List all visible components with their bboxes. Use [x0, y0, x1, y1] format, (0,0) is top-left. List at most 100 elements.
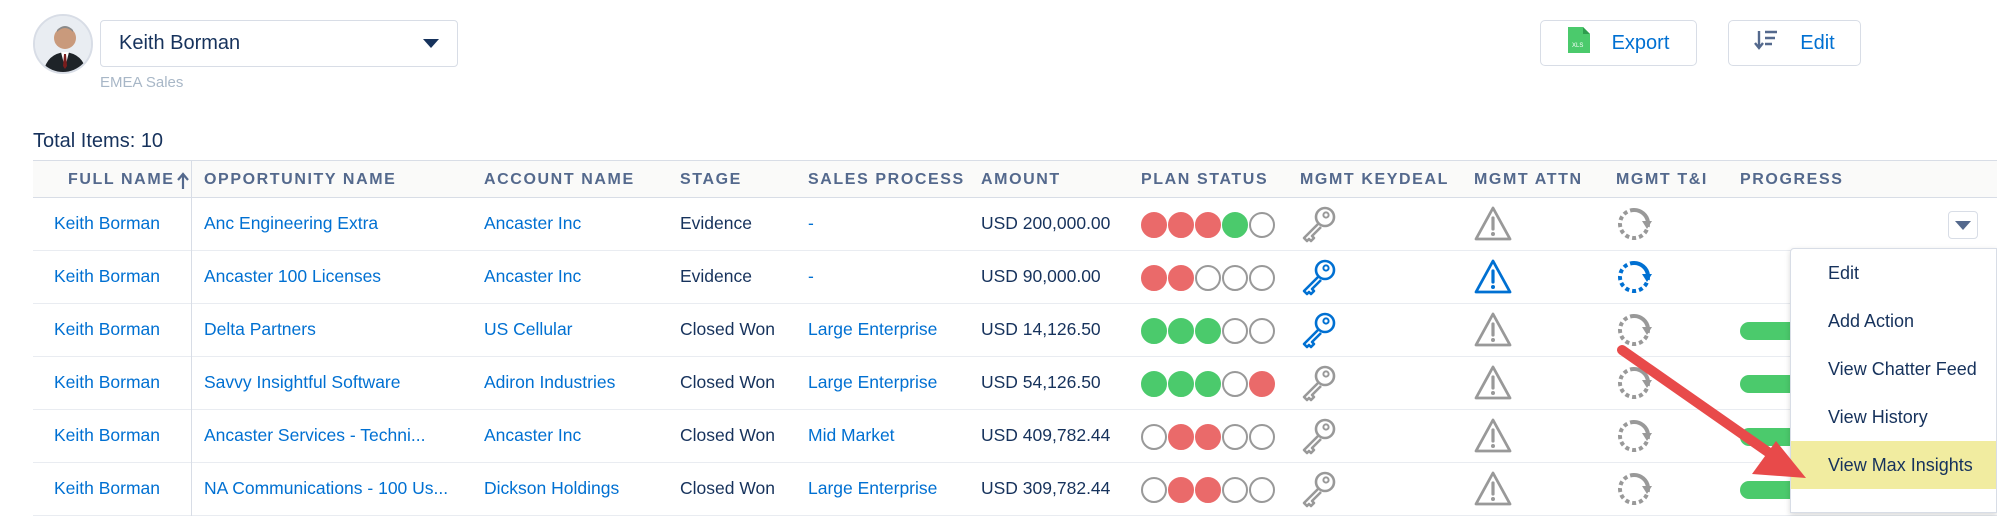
plan-status-dot: [1195, 424, 1221, 450]
warning-icon[interactable]: [1473, 470, 1513, 513]
export-label: Export: [1611, 31, 1670, 54]
menu-item-view-max-insights[interactable]: View Max Insights: [1791, 441, 1996, 489]
plan-status: [1141, 477, 1276, 503]
warning-icon[interactable]: [1473, 258, 1513, 301]
plan-status-dot: [1168, 212, 1194, 238]
stage-value: Evidence: [680, 213, 752, 233]
menu-item-view-chatter-feed[interactable]: View Chatter Feed: [1791, 345, 1996, 393]
account-name-link[interactable]: Adiron Industries: [484, 372, 615, 393]
column-plan-status[interactable]: PLAN STATUS: [1141, 171, 1268, 189]
table-header: FULL NAME OPPORTUNITY NAME ACCOUNT NAME …: [33, 160, 1997, 198]
plan-status-dot: [1222, 212, 1248, 238]
row-actions-button[interactable]: [1948, 211, 1978, 239]
menu-item-view-history[interactable]: View History: [1791, 393, 1996, 441]
account-name-link[interactable]: Ancaster Inc: [484, 266, 581, 287]
sort-list-icon: [1754, 29, 1778, 57]
sales-process-link[interactable]: Mid Market: [808, 425, 895, 446]
sales-process-link[interactable]: -: [808, 266, 814, 287]
full-name-link[interactable]: Keith Borman: [54, 425, 160, 446]
edit-button[interactable]: Edit: [1728, 20, 1861, 66]
plan-status-dot: [1195, 371, 1221, 397]
plan-status-dot: [1195, 265, 1221, 291]
column-account-name[interactable]: ACCOUNT NAME: [484, 171, 635, 189]
refresh-icon[interactable]: [1614, 417, 1654, 460]
column-amount[interactable]: AMOUNT: [981, 171, 1061, 189]
account-name-link[interactable]: Ancaster Inc: [484, 213, 581, 234]
column-stage[interactable]: STAGE: [680, 171, 742, 189]
column-full-name[interactable]: FULL NAME: [68, 171, 189, 195]
full-name-link[interactable]: Keith Borman: [54, 478, 160, 499]
export-button[interactable]: XLS Export: [1540, 20, 1697, 66]
sales-process-link[interactable]: Large Enterprise: [808, 319, 937, 340]
plan-status-dot: [1168, 477, 1194, 503]
column-mgmt-ti[interactable]: MGMT T&I: [1616, 171, 1708, 189]
stage-value: Closed Won: [680, 372, 776, 392]
full-name-link[interactable]: Keith Borman: [54, 266, 160, 287]
plan-status-dot: [1141, 265, 1167, 291]
warning-icon[interactable]: [1473, 311, 1513, 354]
opportunity-name-link[interactable]: Savvy Insightful Software: [204, 372, 400, 393]
plan-status-dot: [1222, 477, 1248, 503]
opportunity-name-link[interactable]: Ancaster 100 Licenses: [204, 266, 381, 287]
plan-status-dot: [1168, 265, 1194, 291]
opportunity-name-link[interactable]: Ancaster Services - Techni...: [204, 425, 425, 446]
warning-icon[interactable]: [1473, 417, 1513, 460]
stage-value: Evidence: [680, 266, 752, 286]
account-name-link[interactable]: US Cellular: [484, 319, 573, 340]
full-name-link[interactable]: Keith Borman: [54, 213, 160, 234]
full-name-link[interactable]: Keith Borman: [54, 319, 160, 340]
user-select[interactable]: Keith Borman: [100, 20, 458, 67]
plan-status-dot: [1168, 424, 1194, 450]
opportunity-name-link[interactable]: Delta Partners: [204, 319, 316, 340]
key-icon[interactable]: [1299, 470, 1339, 513]
plan-status-dot: [1222, 318, 1248, 344]
warning-icon[interactable]: [1473, 364, 1513, 407]
opportunity-name-link[interactable]: Anc Engineering Extra: [204, 213, 378, 234]
amount-value: USD 14,126.50: [981, 319, 1101, 339]
account-name-link[interactable]: Dickson Holdings: [484, 478, 619, 499]
column-opportunity-name[interactable]: OPPORTUNITY NAME: [204, 171, 396, 189]
stage-value: Closed Won: [680, 425, 776, 445]
key-icon[interactable]: [1299, 311, 1339, 354]
refresh-icon[interactable]: [1614, 470, 1654, 513]
plan-status-dot: [1141, 424, 1167, 450]
row-actions-menu: Edit Add Action View Chatter Feed View H…: [1790, 248, 1997, 513]
refresh-icon[interactable]: [1614, 364, 1654, 407]
account-name-link[interactable]: Ancaster Inc: [484, 425, 581, 446]
plan-status-dot: [1222, 424, 1248, 450]
opportunity-name-link[interactable]: NA Communications - 100 Us...: [204, 478, 448, 499]
column-progress[interactable]: PROGRESS: [1740, 171, 1844, 189]
warning-icon[interactable]: [1473, 205, 1513, 248]
plan-status-dot: [1195, 477, 1221, 503]
sales-process-link[interactable]: Large Enterprise: [808, 372, 937, 393]
plan-status-dot: [1141, 318, 1167, 344]
chevron-down-icon: [1955, 220, 1971, 230]
key-icon[interactable]: [1299, 205, 1339, 248]
sales-process-link[interactable]: -: [808, 213, 814, 234]
arrow-up-icon: [176, 172, 189, 195]
refresh-icon[interactable]: [1614, 311, 1654, 354]
plan-status-dot: [1195, 318, 1221, 344]
menu-item-add-action[interactable]: Add Action: [1791, 297, 1996, 345]
key-icon[interactable]: [1299, 258, 1339, 301]
full-name-link[interactable]: Keith Borman: [54, 372, 160, 393]
column-mgmt-attn[interactable]: MGMT ATTN: [1474, 171, 1583, 189]
refresh-icon[interactable]: [1614, 205, 1654, 248]
menu-item-edit[interactable]: Edit: [1791, 249, 1996, 297]
key-icon[interactable]: [1299, 417, 1339, 460]
amount-value: USD 309,782.44: [981, 478, 1111, 498]
plan-status-dot: [1141, 212, 1167, 238]
table-row: Keith Borman NA Communications - 100 Us.…: [33, 463, 1997, 516]
column-label: FULL NAME: [68, 171, 175, 188]
plan-status-dot: [1141, 477, 1167, 503]
table-row: Keith Borman Savvy Insightful Software A…: [33, 357, 1997, 410]
table-row: Keith Borman Ancaster 100 Licenses Ancas…: [33, 251, 1997, 304]
column-sales-process[interactable]: SALES PROCESS: [808, 171, 965, 189]
column-mgmt-keydeal[interactable]: MGMT KEYDEAL: [1300, 171, 1449, 189]
amount-value: USD 409,782.44: [981, 425, 1111, 445]
key-icon[interactable]: [1299, 364, 1339, 407]
total-items: Total Items: 10: [33, 130, 164, 152]
user-subtitle: EMEA Sales: [100, 74, 184, 91]
sales-process-link[interactable]: Large Enterprise: [808, 478, 937, 499]
refresh-icon[interactable]: [1614, 258, 1654, 301]
